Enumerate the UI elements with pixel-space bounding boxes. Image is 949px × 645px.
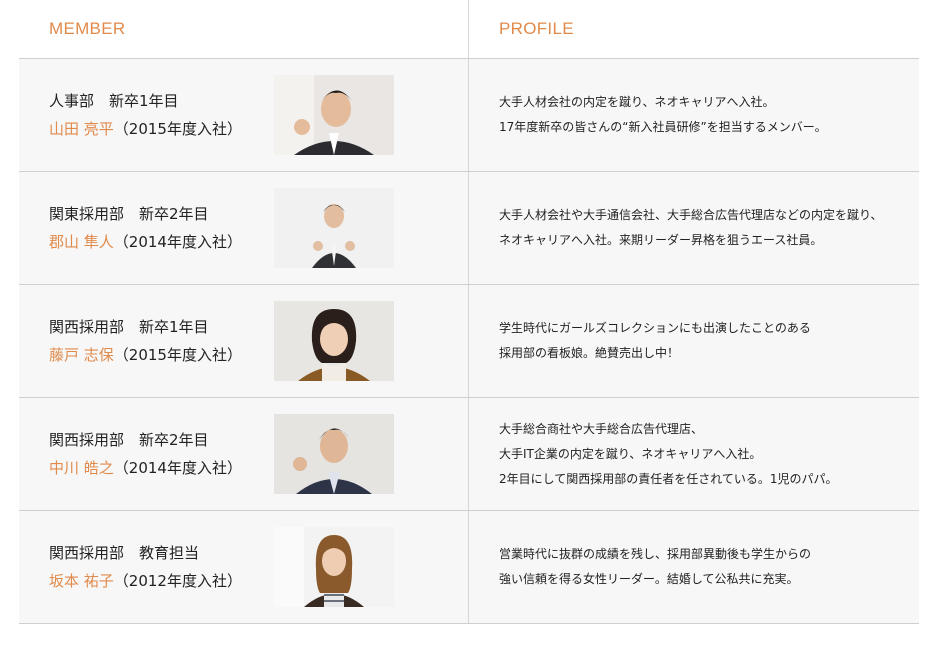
member-cell: 関西採用部 新卒1年目 藤戸 志保（2015年度入社）: [19, 285, 469, 397]
member-join-year: （2012年度入社）: [113, 572, 242, 590]
profile-line: 強い信頼を得る女性リーダー。結婚して公私共に充実。: [499, 572, 799, 586]
profile-line: 17年度新卒の皆さんの“新入社員研修”を担当するメンバー。: [499, 120, 827, 134]
profile-cell: 大手人材会社や大手通信会社、大手総合広告代理店などの内定を蹴り、 ネオキャリアへ…: [469, 172, 919, 284]
member-table: MEMBER PROFILE 人事部 新卒1年目 山田 亮平（2015年度入社）: [19, 0, 919, 624]
member-dept: 関西採用部 新卒1年目: [49, 318, 209, 336]
member-join-year: （2015年度入社）: [113, 346, 242, 364]
profile-cell: 営業時代に抜群の成績を残し、採用部異動後も学生からの 強い信頼を得る女性リーダー…: [469, 511, 919, 623]
member-join-year: （2014年度入社）: [113, 459, 242, 477]
member-cell: 関東採用部 新卒2年目 郡山 隼人（2014年度入社）: [19, 172, 469, 284]
profile-line: 大手人材会社や大手通信会社、大手総合広告代理店などの内定を蹴り、: [499, 208, 883, 222]
male-photo-icon[interactable]: [274, 188, 394, 268]
member-name[interactable]: 山田 亮平: [49, 120, 114, 138]
member-join-year: （2014年度入社）: [113, 233, 242, 251]
member-row: 関西採用部 教育担当 坂本 祐子（2012年度入社） 営業時代に抜群の成績を残し…: [19, 511, 919, 624]
member-cell: 関西採用部 教育担当 坂本 祐子（2012年度入社）: [19, 511, 469, 623]
table-header: MEMBER PROFILE: [19, 0, 919, 59]
member-join-year: （2015年度入社）: [113, 120, 242, 138]
profile-line: ネオキャリアへ入社。来期リーダー昇格を狙うエース社員。: [499, 233, 823, 247]
member-cell: 人事部 新卒1年目 山田 亮平（2015年度入社）: [19, 59, 469, 171]
member-name[interactable]: 藤戸 志保: [49, 346, 114, 364]
member-name[interactable]: 中川 皓之: [49, 459, 114, 477]
member-dept: 関東採用部 新卒2年目: [49, 205, 209, 223]
member-row: 関東採用部 新卒2年目 郡山 隼人（2014年度入社） 大手人材会社や大手通信会…: [19, 172, 919, 285]
male-photo-icon[interactable]: [274, 414, 394, 494]
member-cell: 関西採用部 新卒2年目 中川 皓之（2014年度入社）: [19, 398, 469, 510]
profile-cell: 大手人材会社の内定を蹴り、ネオキャリアへ入社。 17年度新卒の皆さんの“新入社員…: [469, 59, 919, 171]
member-dept: 関西採用部 教育担当: [49, 544, 200, 562]
profile-column-header: PROFILE: [499, 19, 574, 38]
member-row: 人事部 新卒1年目 山田 亮平（2015年度入社） 大手人材会社の内定を蹴り、ネ…: [19, 59, 919, 172]
profile-line: 大手IT企業の内定を蹴り、ネオキャリアへ入社。: [499, 446, 762, 461]
member-name[interactable]: 坂本 祐子: [49, 572, 114, 590]
member-row: 関西採用部 新卒2年目 中川 皓之（2014年度入社） 大手総合商社や大手総合広…: [19, 398, 919, 511]
female-photo-icon[interactable]: [274, 301, 394, 381]
member-name[interactable]: 郡山 隼人: [49, 233, 114, 251]
profile-line: 学生時代にガールズコレクションにも出演したことのある: [499, 321, 811, 335]
member-dept: 関西採用部 新卒2年目: [49, 431, 209, 449]
profile-line: 大手人材会社の内定を蹴り、ネオキャリアへ入社。: [499, 95, 775, 109]
female-photo-icon[interactable]: [274, 527, 394, 607]
member-row: 関西採用部 新卒1年目 藤戸 志保（2015年度入社） 学生時代にガールズコレク…: [19, 285, 919, 398]
profile-line: 採用部の看板娘。絶賛売出し中！: [499, 346, 680, 360]
profile-line: 2年目にして関西採用部の責任者を任されている。1児のパパ。: [499, 471, 838, 486]
male-photo-icon[interactable]: [274, 75, 394, 155]
profile-line: 大手総合商社や大手総合広告代理店、: [499, 421, 704, 436]
profile-line: 営業時代に抜群の成績を残し、採用部異動後も学生からの: [499, 547, 812, 561]
profile-cell: 大手総合商社や大手総合広告代理店、 大手IT企業の内定を蹴り、ネオキャリアへ入社…: [469, 398, 919, 510]
member-dept: 人事部 新卒1年目: [49, 92, 179, 110]
member-column-header: MEMBER: [19, 0, 469, 58]
profile-cell: 学生時代にガールズコレクションにも出演したことのある 採用部の看板娘。絶賛売出し…: [469, 285, 919, 397]
